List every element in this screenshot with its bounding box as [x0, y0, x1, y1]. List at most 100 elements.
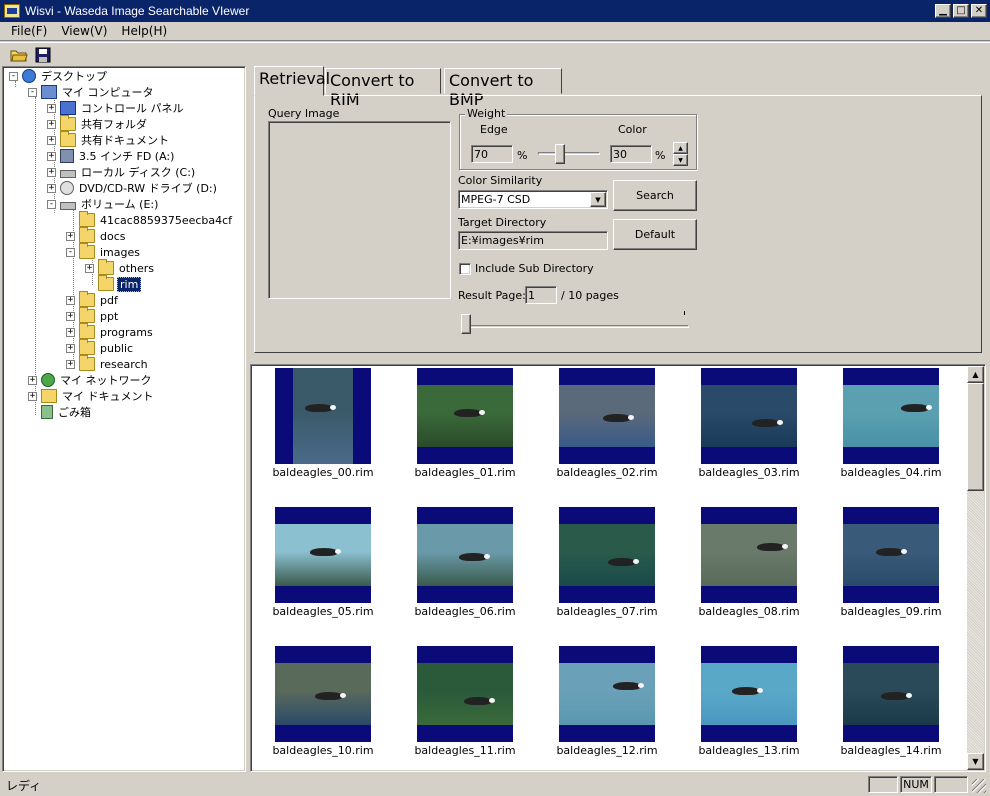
- expand-icon[interactable]: +: [85, 263, 94, 273]
- expand-icon[interactable]: +: [28, 375, 37, 385]
- expand-icon[interactable]: +: [47, 167, 56, 177]
- expand-icon[interactable]: +: [47, 151, 56, 161]
- expand-icon[interactable]: +: [66, 359, 75, 369]
- scroll-up-button[interactable]: ▲: [967, 366, 984, 383]
- target-directory-label: Target Directory: [458, 216, 547, 229]
- result-thumbnail[interactable]: baldeagles_00.rim: [258, 366, 388, 496]
- result-thumbnail[interactable]: baldeagles_02.rim: [542, 366, 672, 496]
- query-image-box[interactable]: [268, 121, 451, 299]
- tab-retrieval[interactable]: Retrieval: [254, 66, 330, 96]
- target-directory-field[interactable]: E:¥images¥rim: [458, 231, 608, 250]
- collapse-icon[interactable]: -: [28, 87, 37, 97]
- minimize-button[interactable]: ▁: [935, 4, 951, 18]
- expand-icon[interactable]: +: [47, 135, 56, 145]
- weight-slider-thumb[interactable]: [555, 144, 565, 164]
- result-thumbnail[interactable]: baldeagles_11.rim: [400, 644, 530, 771]
- desktop-icon: [22, 69, 36, 83]
- collapse-icon[interactable]: -: [66, 247, 75, 257]
- eagle-shape: [305, 404, 336, 412]
- result-thumbnail[interactable]: baldeagles_14.rim: [826, 644, 956, 771]
- expand-icon[interactable]: +: [47, 103, 56, 113]
- result-thumbnail[interactable]: baldeagles_05.rim: [258, 505, 388, 635]
- expand-icon[interactable]: +: [28, 391, 37, 401]
- tree-item[interactable]: + マイ ドキュメント: [28, 388, 156, 404]
- tree-item[interactable]: + pdf: [66, 291, 120, 308]
- collapse-icon[interactable]: -: [9, 71, 18, 81]
- result-thumbnail[interactable]: baldeagles_13.rim: [684, 644, 814, 771]
- expand-icon[interactable]: +: [66, 327, 75, 337]
- expand-icon[interactable]: +: [66, 311, 75, 321]
- menu-file[interactable]: File(F): [4, 24, 54, 38]
- color-weight-field[interactable]: 30: [610, 145, 652, 163]
- default-button[interactable]: Default: [613, 219, 697, 250]
- include-sub-checkbox[interactable]: [459, 263, 471, 275]
- scroll-down-button[interactable]: ▼: [967, 753, 984, 770]
- weight-slider-track[interactable]: [538, 152, 600, 155]
- expand-icon[interactable]: +: [47, 183, 56, 193]
- folder-icon: [79, 227, 95, 243]
- collapse-icon[interactable]: -: [47, 199, 56, 209]
- close-button[interactable]: ✕: [971, 4, 987, 18]
- result-thumbnail[interactable]: baldeagles_07.rim: [542, 505, 672, 635]
- search-button[interactable]: Search: [613, 180, 697, 211]
- tree-item[interactable]: rim: [85, 275, 142, 292]
- tree-item[interactable]: + コントロール パネル: [47, 100, 186, 116]
- page-slider-thumb[interactable]: [461, 314, 471, 334]
- scroll-thumb[interactable]: [967, 383, 984, 491]
- result-thumbnail[interactable]: baldeagles_01.rim: [400, 366, 530, 496]
- expand-icon[interactable]: +: [66, 231, 75, 241]
- tree-item[interactable]: ごみ箱: [28, 404, 93, 420]
- result-page-field[interactable]: 1: [525, 286, 557, 304]
- tree-item[interactable]: + docs: [66, 227, 128, 244]
- result-thumbnail[interactable]: baldeagles_03.rim: [684, 366, 814, 496]
- tree-item[interactable]: + 共有フォルダ: [47, 115, 149, 132]
- eagle-shape: [732, 687, 763, 695]
- tree-item[interactable]: + research: [66, 355, 150, 372]
- tree-item[interactable]: 41cac8859375eecba4cf: [66, 211, 234, 228]
- open-button[interactable]: [8, 45, 30, 65]
- tree-item[interactable]: + others: [85, 259, 156, 276]
- tab-convert-to-rim[interactable]: Convert to RIM: [325, 68, 441, 109]
- result-thumbnail[interactable]: baldeagles_04.rim: [826, 366, 956, 496]
- spin-down-button[interactable]: ▼: [673, 154, 688, 166]
- maximize-button[interactable]: □: [953, 4, 969, 18]
- results-scrollbar[interactable]: ▲ ▼: [967, 366, 984, 770]
- menu-help[interactable]: Help(H): [114, 24, 174, 38]
- edge-weight-field[interactable]: 70: [471, 145, 513, 163]
- menu-view[interactable]: View(V): [54, 24, 114, 38]
- color-similarity-select[interactable]: MPEG-7 CSD: [458, 190, 608, 209]
- resize-grip[interactable]: [972, 779, 986, 793]
- page-slider-tick: [684, 311, 685, 315]
- tree-item[interactable]: + 共有ドキュメント: [47, 131, 171, 148]
- result-thumbnail[interactable]: baldeagles_08.rim: [684, 505, 814, 635]
- result-thumbnail[interactable]: baldeagles_10.rim: [258, 644, 388, 771]
- tree-item[interactable]: + マイ ネットワーク: [28, 372, 154, 388]
- eagle-shape: [608, 558, 639, 566]
- tree-item[interactable]: - マイ コンピュータ: [28, 84, 156, 100]
- tree-item[interactable]: + public: [66, 339, 135, 356]
- result-thumbnail[interactable]: baldeagles_12.rim: [542, 644, 672, 771]
- result-filename: baldeagles_14.rim: [840, 744, 942, 757]
- tree-item[interactable]: +3.5 インチ FD (A:): [47, 148, 176, 164]
- page-slider-track[interactable]: [463, 325, 689, 328]
- tree-item[interactable]: - デスクトップ: [9, 68, 109, 84]
- tree-item[interactable]: + ppt: [66, 307, 120, 324]
- tree-item[interactable]: + programs: [66, 323, 155, 340]
- tab-convert-to-bmp[interactable]: Convert to BMP: [444, 68, 562, 109]
- open-folder-icon: [10, 50, 28, 61]
- result-thumbnail[interactable]: baldeagles_06.rim: [400, 505, 530, 635]
- edge-percent: %: [517, 149, 528, 162]
- dropdown-button[interactable]: ▼: [590, 192, 606, 207]
- save-button[interactable]: [32, 45, 54, 65]
- spin-up-button[interactable]: ▲: [673, 142, 688, 154]
- tree-item[interactable]: + ローカル ディスク (C:): [47, 164, 197, 180]
- tree-item[interactable]: - ボリューム (E:): [47, 196, 160, 212]
- status-pane-caps: [868, 776, 898, 793]
- result-page-total: / 10 pages: [561, 289, 619, 302]
- result-thumbnail[interactable]: baldeagles_09.rim: [826, 505, 956, 635]
- tree-item[interactable]: + DVD/CD-RW ドライブ (D:): [47, 180, 219, 196]
- tree-item[interactable]: - images: [66, 243, 142, 260]
- expand-icon[interactable]: +: [66, 295, 75, 305]
- expand-icon[interactable]: +: [66, 343, 75, 353]
- expand-icon[interactable]: +: [47, 119, 56, 129]
